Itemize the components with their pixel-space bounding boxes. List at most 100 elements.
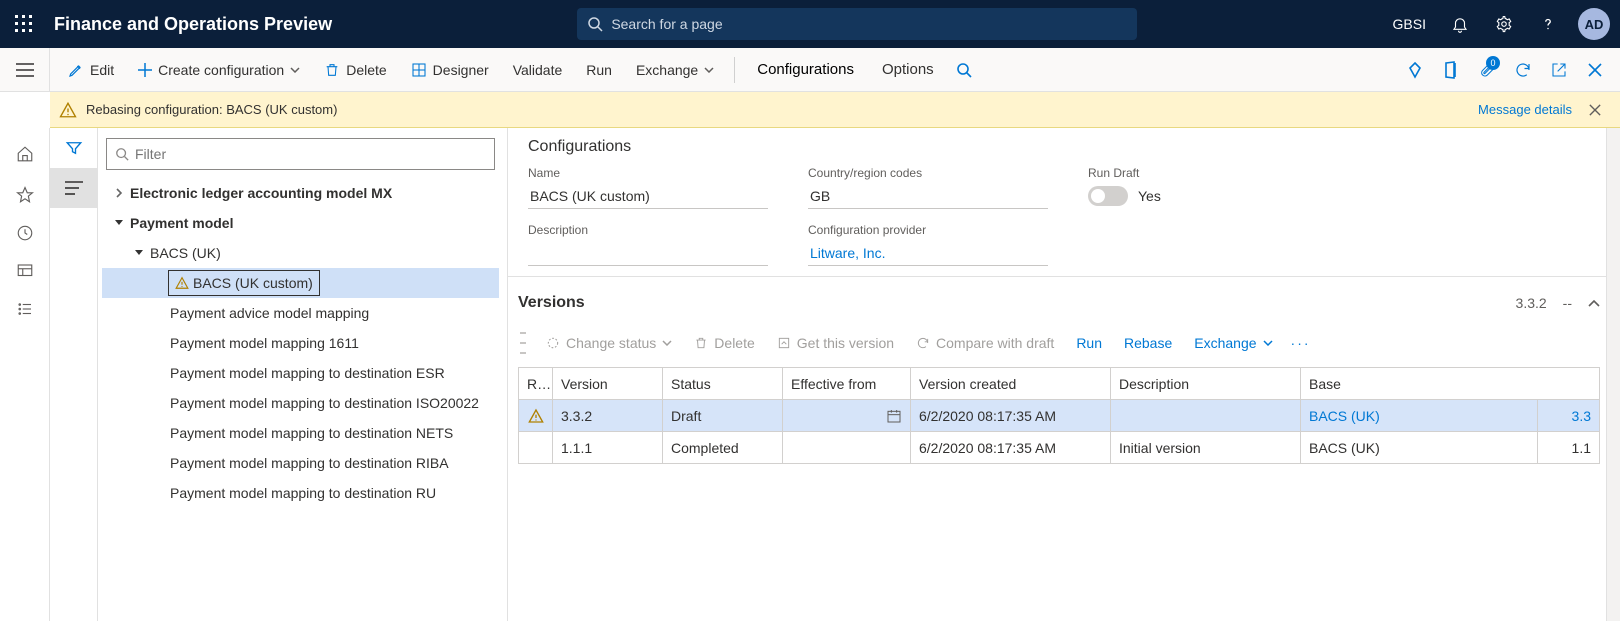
description-value[interactable] bbox=[528, 241, 768, 266]
diamond-icon bbox=[1406, 61, 1424, 79]
name-value[interactable]: BACS (UK custom) bbox=[528, 184, 768, 209]
funnel-icon bbox=[65, 139, 83, 157]
rail-workspaces[interactable] bbox=[0, 252, 50, 290]
cell-created: 6/2/2020 08:17:35 AM bbox=[911, 432, 1111, 464]
change-status-button[interactable]: Change status bbox=[538, 327, 680, 359]
company-code[interactable]: GBSI bbox=[1383, 16, 1436, 32]
version-exchange-button[interactable]: Exchange bbox=[1186, 327, 1280, 359]
tree-node[interactable]: Payment model mapping to destination RU bbox=[102, 478, 499, 508]
tree-node[interactable]: Payment model mapping to destination NET… bbox=[102, 418, 499, 448]
tree-node-selected[interactable]: BACS (UK custom) bbox=[102, 268, 499, 298]
list-pane-toggle[interactable] bbox=[50, 168, 98, 208]
edit-icon bbox=[777, 336, 791, 350]
compare-button[interactable]: Compare with draft bbox=[908, 327, 1062, 359]
designer-button[interactable]: Designer bbox=[401, 52, 499, 88]
settings-button[interactable] bbox=[1484, 0, 1524, 48]
message-details-link[interactable]: Message details bbox=[1478, 102, 1572, 117]
workspace-icon bbox=[16, 262, 34, 280]
get-version-button[interactable]: Get this version bbox=[769, 327, 902, 359]
rail-recent[interactable] bbox=[0, 214, 50, 252]
rundraft-toggle[interactable] bbox=[1088, 186, 1128, 206]
app-launcher[interactable] bbox=[4, 0, 44, 48]
tree-node[interactable]: Payment model mapping 1611 bbox=[102, 328, 499, 358]
list-icon bbox=[16, 300, 34, 318]
table-row[interactable]: 3.3.2Draft6/2/2020 08:17:35 AMBACS (UK)3… bbox=[519, 400, 1600, 432]
version-run-button[interactable]: Run bbox=[1068, 327, 1110, 359]
related-info-button[interactable] bbox=[1398, 52, 1432, 88]
tree-filter[interactable] bbox=[106, 138, 495, 170]
lines-icon bbox=[65, 181, 83, 195]
nav-toggle[interactable] bbox=[0, 48, 50, 91]
trash-icon bbox=[694, 336, 708, 350]
tree-filter-input[interactable] bbox=[129, 145, 486, 163]
tree-node[interactable]: Payment advice model mapping bbox=[102, 298, 499, 328]
table-row[interactable]: 1.1.1Completed6/2/2020 08:17:35 AMInitia… bbox=[519, 432, 1600, 464]
caret-down-icon bbox=[134, 249, 144, 257]
exchange-button[interactable]: Exchange bbox=[626, 52, 724, 88]
star-icon bbox=[16, 186, 34, 204]
rundraft-value: Yes bbox=[1138, 188, 1161, 204]
col-version[interactable]: Version bbox=[553, 368, 663, 400]
drag-handle[interactable] bbox=[520, 332, 526, 354]
waffle-icon bbox=[15, 15, 33, 33]
versions-collapse[interactable] bbox=[1588, 299, 1600, 307]
tree-node[interactable]: BACS (UK) bbox=[102, 238, 499, 268]
rail-modules[interactable] bbox=[0, 290, 50, 328]
delete-label: Delete bbox=[346, 62, 386, 78]
cell-warning bbox=[519, 400, 553, 432]
refresh-button[interactable] bbox=[1506, 52, 1540, 88]
user-avatar[interactable]: AD bbox=[1578, 8, 1610, 40]
create-configuration-button[interactable]: Create configuration bbox=[128, 52, 310, 88]
country-value[interactable]: GB bbox=[808, 184, 1048, 209]
tree-label: BACS (UK custom) bbox=[189, 275, 313, 291]
rail-home[interactable] bbox=[0, 132, 50, 176]
cell-effective[interactable] bbox=[783, 432, 911, 464]
version-delete-button[interactable]: Delete bbox=[686, 327, 762, 359]
hamburger-icon bbox=[16, 63, 34, 77]
cycle-icon bbox=[546, 336, 560, 350]
close-button[interactable] bbox=[1578, 52, 1612, 88]
message-close[interactable] bbox=[1580, 104, 1610, 116]
delete-button[interactable]: Delete bbox=[314, 52, 396, 88]
notifications-button[interactable] bbox=[1440, 0, 1480, 48]
col-description[interactable]: Description bbox=[1111, 368, 1301, 400]
col-r[interactable]: R… bbox=[519, 368, 553, 400]
tree-node[interactable]: Payment model mapping to destination RIB… bbox=[102, 448, 499, 478]
popout-button[interactable] bbox=[1542, 52, 1576, 88]
rebase-button[interactable]: Rebase bbox=[1116, 327, 1180, 359]
open-office-button[interactable] bbox=[1434, 52, 1468, 88]
tree-node[interactable]: Electronic ledger accounting model MX bbox=[102, 178, 499, 208]
global-search-input[interactable] bbox=[603, 15, 1127, 33]
filter-pane-toggle[interactable] bbox=[50, 128, 98, 168]
designer-icon bbox=[411, 62, 427, 78]
provider-link[interactable]: Litware, Inc. bbox=[808, 241, 1048, 266]
office-icon bbox=[1443, 61, 1459, 79]
search-icon bbox=[115, 147, 129, 161]
find-button[interactable] bbox=[950, 52, 978, 88]
version-more-button[interactable]: ··· bbox=[1287, 327, 1315, 359]
global-search[interactable] bbox=[577, 8, 1137, 40]
tree-node[interactable]: Payment model mapping to destination ESR bbox=[102, 358, 499, 388]
tab-configurations[interactable]: Configurations bbox=[745, 52, 866, 88]
cell-base[interactable]: BACS (UK) bbox=[1301, 400, 1538, 432]
scrollbar[interactable] bbox=[1606, 128, 1620, 621]
tab-options[interactable]: Options bbox=[870, 52, 946, 88]
run-button[interactable]: Run bbox=[576, 52, 622, 88]
search-icon bbox=[956, 62, 972, 78]
country-label: Country/region codes bbox=[808, 166, 1048, 180]
help-button[interactable] bbox=[1528, 0, 1568, 48]
validate-button[interactable]: Validate bbox=[503, 52, 573, 88]
rail-favorites[interactable] bbox=[0, 176, 50, 214]
attachments-button[interactable]: 0 bbox=[1470, 52, 1504, 88]
cell-effective[interactable] bbox=[783, 400, 911, 432]
cell-created: 6/2/2020 08:17:35 AM bbox=[911, 400, 1111, 432]
rundraft-label: Run Draft bbox=[1088, 166, 1288, 180]
cell-base-version[interactable]: 3.3 bbox=[1537, 400, 1599, 432]
edit-button[interactable]: Edit bbox=[58, 52, 124, 88]
col-created[interactable]: Version created bbox=[911, 368, 1111, 400]
col-status[interactable]: Status bbox=[663, 368, 783, 400]
tree-node[interactable]: Payment model bbox=[102, 208, 499, 238]
tree-node[interactable]: Payment model mapping to destination ISO… bbox=[102, 388, 499, 418]
col-base[interactable]: Base bbox=[1301, 368, 1600, 400]
col-effective[interactable]: Effective from bbox=[783, 368, 911, 400]
